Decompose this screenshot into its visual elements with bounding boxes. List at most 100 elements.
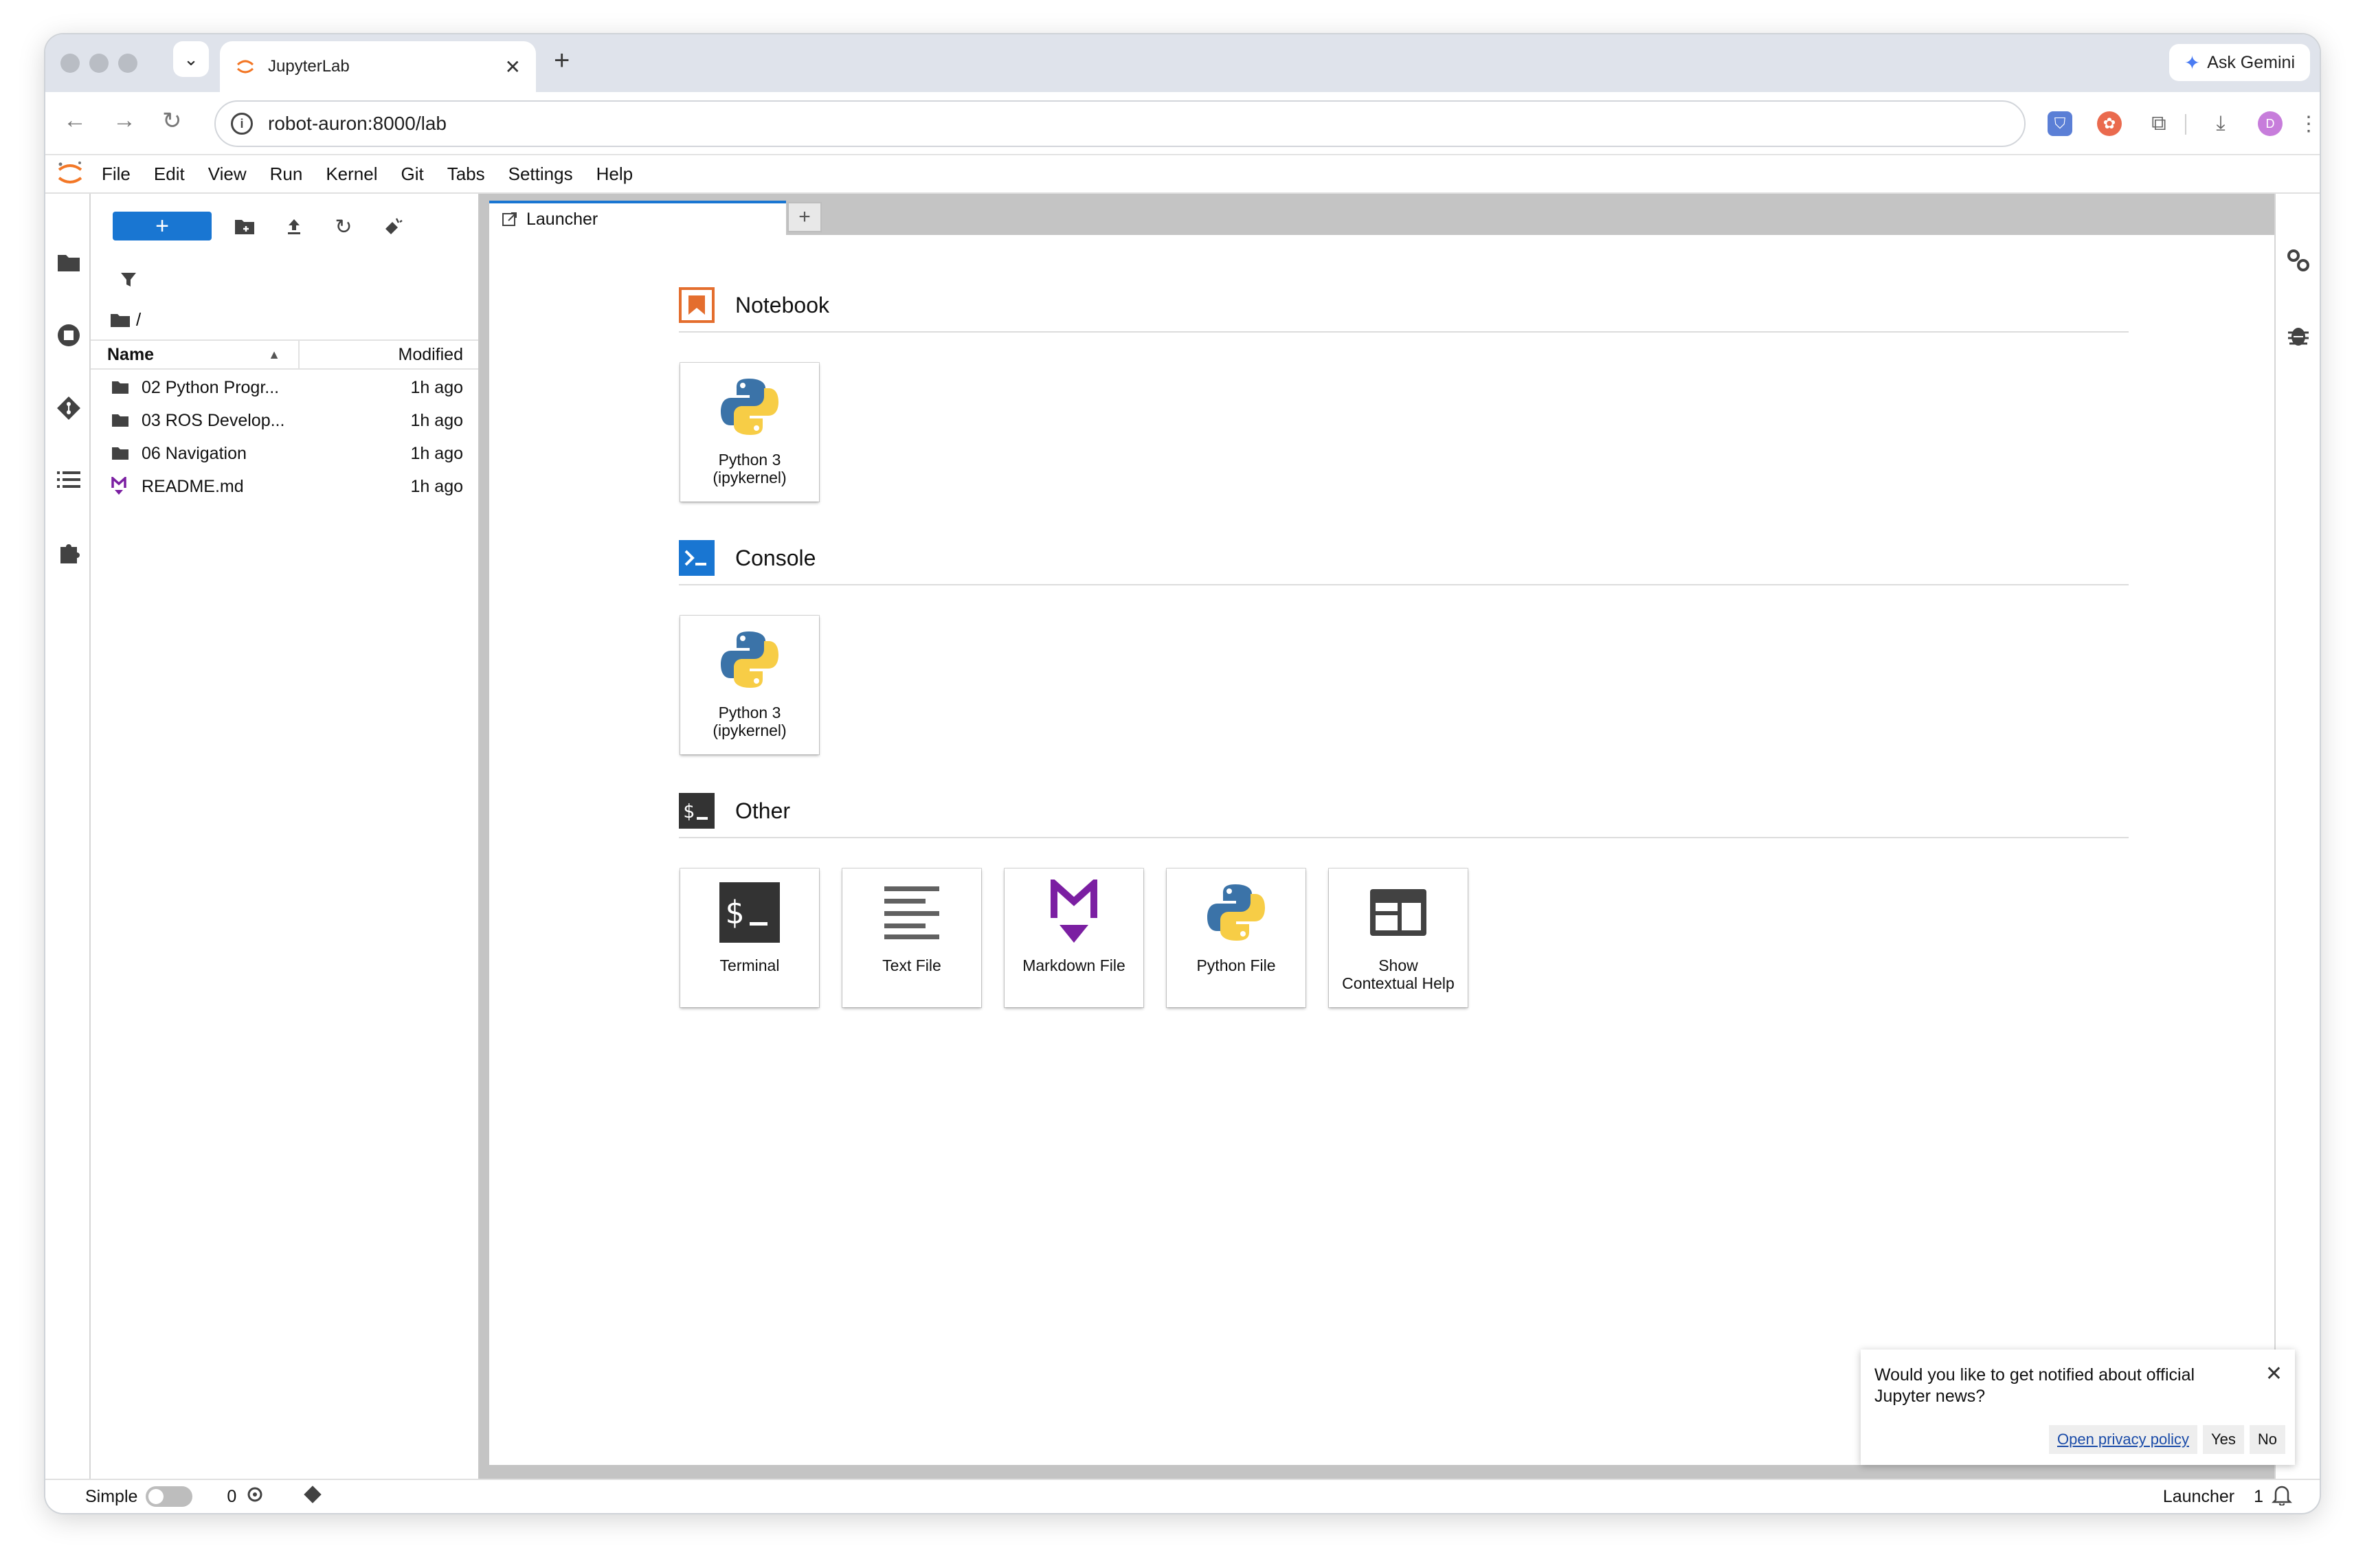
terminal-card-label: Terminal: [719, 956, 780, 974]
menu-edit[interactable]: Edit: [154, 164, 185, 185]
simple-mode-toggle[interactable]: [146, 1486, 193, 1507]
clear-filter-icon[interactable]: [381, 214, 405, 239]
back-arrow-icon[interactable]: ←: [63, 107, 87, 134]
extension-puzzle-icon[interactable]: [55, 539, 82, 566]
folder-icon[interactable]: [55, 249, 82, 276]
status-bar: Simple 0 Launcher 1: [45, 1479, 2320, 1513]
gemini-sparkle-icon: ✦: [2184, 52, 2201, 74]
file-row[interactable]: 02 Python Progr... 1h ago: [91, 371, 478, 404]
close-window-button[interactable]: [60, 54, 80, 73]
left-sidebar: [45, 194, 91, 1479]
svg-text:$: $: [725, 894, 744, 931]
new-folder-icon[interactable]: [232, 214, 257, 239]
menu-git[interactable]: Git: [401, 164, 423, 185]
minimize-window-button[interactable]: [89, 54, 109, 73]
property-inspector-gears-icon[interactable]: [2285, 247, 2311, 277]
bitwarden-shield-icon[interactable]: ⛉: [2048, 111, 2072, 136]
folder-icon: [111, 413, 132, 428]
menu-tabs[interactable]: Tabs: [447, 164, 485, 185]
file-modified: 1h ago: [410, 410, 463, 430]
open-privacy-policy-link[interactable]: Open privacy policy: [2049, 1425, 2197, 1454]
ask-gemini-label: Ask Gemini: [2207, 52, 2295, 72]
jupyter-favicon-icon: [236, 60, 254, 74]
text-file-icon: [877, 878, 946, 947]
extension-flame-icon[interactable]: ✿: [2097, 111, 2122, 136]
python-logo-icon: [715, 372, 784, 441]
tab-launcher[interactable]: Launcher: [489, 201, 786, 235]
extensions-puzzle-icon[interactable]: ⧉: [2147, 111, 2171, 136]
add-tab-button[interactable]: +: [787, 202, 822, 232]
kernel-count[interactable]: 0: [227, 1487, 236, 1507]
kernel-gear-icon[interactable]: [246, 1486, 264, 1508]
file-row[interactable]: 06 Navigation 1h ago: [91, 437, 478, 470]
file-name: README.md: [142, 476, 244, 496]
new-launcher-button[interactable]: +: [113, 212, 212, 240]
upload-icon[interactable]: [282, 214, 306, 239]
browser-toolbar: ← → ↻ i robot-auron:8000/lab ⛉ ✿ ⧉ ⤓ D ⋮: [45, 92, 2320, 155]
ask-gemini-button[interactable]: ✦ Ask Gemini: [2168, 44, 2310, 81]
folder-icon: [111, 446, 132, 461]
menu-run[interactable]: Run: [270, 164, 303, 185]
git-status-icon[interactable]: [302, 1484, 323, 1510]
address-bar[interactable]: i robot-auron:8000/lab: [214, 100, 2026, 147]
chevron-down-icon: ⌄: [183, 48, 199, 69]
breadcrumb-path[interactable]: /: [136, 309, 141, 331]
git-icon[interactable]: [55, 394, 82, 422]
browser-menu-icon[interactable]: ⋮: [2296, 111, 2320, 136]
terminal-card[interactable]: $ Terminal: [680, 869, 819, 1007]
site-info-icon[interactable]: i: [231, 113, 253, 135]
notebook-section-title: Notebook: [735, 292, 829, 317]
main-tabbar: Launcher +: [480, 194, 2320, 235]
name-column-header[interactable]: Name ▲: [91, 341, 300, 368]
close-icon[interactable]: ✕: [2265, 1362, 2283, 1386]
notebook-card-label: Python 3 (ipykernel): [713, 451, 787, 486]
file-name: 06 Navigation: [142, 443, 247, 463]
close-tab-icon[interactable]: ✕: [505, 56, 521, 78]
maximize-window-button[interactable]: [118, 54, 137, 73]
download-icon[interactable]: ⤓: [2208, 111, 2233, 136]
contextual-help-card[interactable]: Show Contextual Help: [1329, 869, 1468, 1007]
notebook-python3-card[interactable]: Python 3 (ipykernel): [680, 363, 819, 502]
menu-view[interactable]: View: [208, 164, 247, 185]
markdown-file-card[interactable]: Markdown File: [1005, 869, 1143, 1007]
breadcrumb: /: [110, 309, 141, 331]
jupyter-logo-icon: [58, 161, 82, 183]
menu-kernel[interactable]: Kernel: [326, 164, 377, 185]
browser-tab-jupyterlab[interactable]: JupyterLab ✕: [220, 41, 536, 92]
debugger-bug-icon[interactable]: [2287, 322, 2310, 351]
table-of-contents-icon[interactable]: [55, 466, 82, 493]
address-url: robot-auron:8000/lab: [268, 113, 447, 134]
other-section-header: $ Other: [679, 792, 2129, 838]
home-folder-icon[interactable]: [110, 312, 131, 328]
file-list-header: Name ▲ Modified: [91, 339, 478, 370]
python-file-card[interactable]: Python File: [1167, 869, 1305, 1007]
tab-launcher-label: Launcher: [526, 209, 598, 229]
filter-icon[interactable]: [120, 271, 137, 292]
refresh-icon[interactable]: ↻: [331, 214, 356, 239]
running-stop-icon[interactable]: [55, 322, 82, 349]
python-logo-icon: [715, 625, 784, 694]
notification-bell-icon[interactable]: [2271, 1483, 2293, 1510]
file-browser-panel: + ↻ / Name ▲ Modified 02 Python Progr...…: [91, 194, 480, 1479]
notification-count[interactable]: 1: [2254, 1487, 2263, 1507]
file-row[interactable]: 03 ROS Develop... 1h ago: [91, 404, 478, 437]
launcher-tab-icon: [502, 212, 517, 226]
menu-help[interactable]: Help: [596, 164, 633, 185]
forward-arrow-icon[interactable]: →: [113, 107, 136, 134]
text-file-card[interactable]: Text File: [842, 869, 981, 1007]
menu-file[interactable]: File: [102, 164, 131, 185]
console-python3-card[interactable]: Python 3 (ipykernel): [680, 616, 819, 754]
no-button[interactable]: No: [2249, 1425, 2285, 1454]
profile-avatar[interactable]: D: [2258, 111, 2283, 136]
new-tab-button[interactable]: +: [554, 47, 570, 74]
reload-icon[interactable]: ↻: [162, 107, 182, 135]
text-file-card-label: Text File: [882, 956, 941, 974]
menu-settings[interactable]: Settings: [508, 164, 573, 185]
file-row[interactable]: README.md 1h ago: [91, 470, 478, 503]
svg-text:$: $: [683, 800, 695, 822]
python-file-card-label: Python File: [1196, 956, 1276, 974]
tab-search-button[interactable]: ⌄: [173, 41, 209, 77]
other-section-title: Other: [735, 798, 791, 823]
modified-column-header[interactable]: Modified: [300, 345, 478, 365]
yes-button[interactable]: Yes: [2202, 1425, 2244, 1454]
